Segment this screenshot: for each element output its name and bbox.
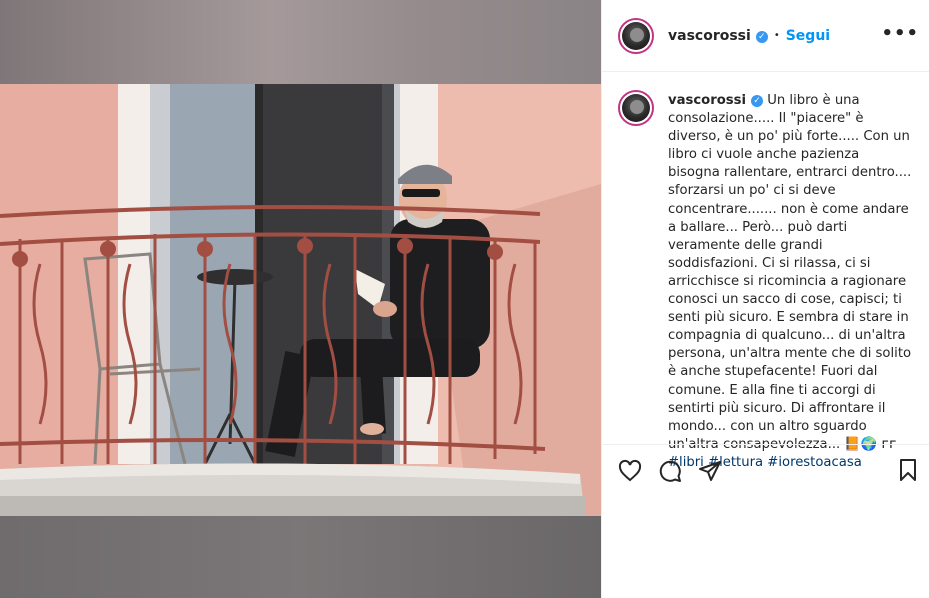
bookmark-icon[interactable] <box>896 458 920 482</box>
media-blur-top <box>0 0 601 84</box>
header-username[interactable]: vascorossi ✓ <box>668 28 768 44</box>
post-header: vascorossi ✓ • Segui ••• <box>602 0 929 72</box>
media-blur-bottom <box>0 516 601 598</box>
username-text[interactable]: vascorossi <box>668 28 751 44</box>
caption-section: vascorossi ✓ Un libro è una consolazione.… <box>602 72 929 470</box>
post-media[interactable] <box>0 0 601 598</box>
more-options-icon[interactable]: ••• <box>881 24 919 44</box>
caption-avatar[interactable] <box>618 90 654 126</box>
separator-dot: • <box>773 30 780 41</box>
avatar[interactable] <box>618 17 654 54</box>
comment-icon[interactable] <box>658 459 682 483</box>
post-photo[interactable] <box>0 84 601 516</box>
caption-body: Un libro è una consolazione..... Il "pia… <box>668 93 912 452</box>
paper-plane-icon[interactable] <box>698 459 722 483</box>
verified-badge-icon: ✓ <box>751 95 764 107</box>
follow-button[interactable]: Segui <box>786 28 830 44</box>
post-side-panel: vascorossi ✓ • Segui ••• vascorossi ✓ Un l… <box>601 0 929 598</box>
caption-text-block: vascorossi ✓ Un libro è una consolazione.… <box>668 92 914 470</box>
balcony-photo-image <box>0 84 601 516</box>
post-actions-bar <box>602 444 929 496</box>
caption-username[interactable]: vascorossi <box>668 93 746 108</box>
heart-icon[interactable] <box>618 459 642 483</box>
verified-badge-icon: ✓ <box>755 30 768 43</box>
